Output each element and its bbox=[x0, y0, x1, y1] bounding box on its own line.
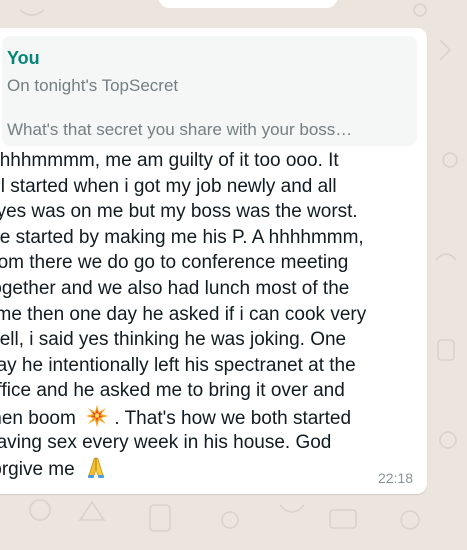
message-line: day he intentionally left his spectranet… bbox=[0, 354, 356, 376]
message-line: together and we also had lunch most of t… bbox=[0, 277, 350, 299]
message-timestamp: 22:18 bbox=[377, 470, 413, 486]
message-line: all started when i got my job newly and … bbox=[0, 175, 337, 197]
folded-hands-emoji-icon bbox=[84, 455, 108, 487]
message-bubble[interactable]: You On tonight's TopSecret What's that s… bbox=[0, 28, 427, 494]
message-line: from there we do go to conference meetin… bbox=[0, 252, 349, 274]
message-line: having sex every week in his house. God bbox=[0, 431, 332, 453]
message-line-with-emoji: then boom . That's how we both started bbox=[0, 404, 414, 430]
message-line: Hhhhmmmm, me am guilty of it too ooo. It bbox=[0, 150, 339, 171]
quoted-text-line1: On tonight's TopSecret bbox=[7, 76, 179, 95]
message-line: office and he asked me to bring it over … bbox=[0, 380, 345, 402]
message-line: time then one day he asked if i can cook… bbox=[0, 303, 367, 325]
message-line-part: then boom bbox=[0, 407, 76, 429]
message-line-part: forgive me bbox=[0, 459, 75, 481]
previous-message-bubble bbox=[158, 0, 338, 8]
message-line-part: . That's how we both started bbox=[114, 407, 352, 429]
message-line-with-emoji: forgive me bbox=[0, 455, 414, 481]
quoted-message[interactable]: You On tonight's TopSecret What's that s… bbox=[2, 36, 417, 146]
message-text: Hhhhmmmm, me am guilty of it too ooo. It… bbox=[0, 148, 414, 481]
quoted-sender: You bbox=[7, 48, 40, 68]
quoted-text-line2: What's that secret you share with your b… bbox=[7, 120, 353, 139]
message-line: He started by making me his P. A hhhhmmm… bbox=[0, 226, 364, 248]
message-line: well, i said yes thinking he was joking.… bbox=[0, 329, 347, 351]
message-line: eyes was on me but my boss was the worst… bbox=[0, 201, 358, 223]
